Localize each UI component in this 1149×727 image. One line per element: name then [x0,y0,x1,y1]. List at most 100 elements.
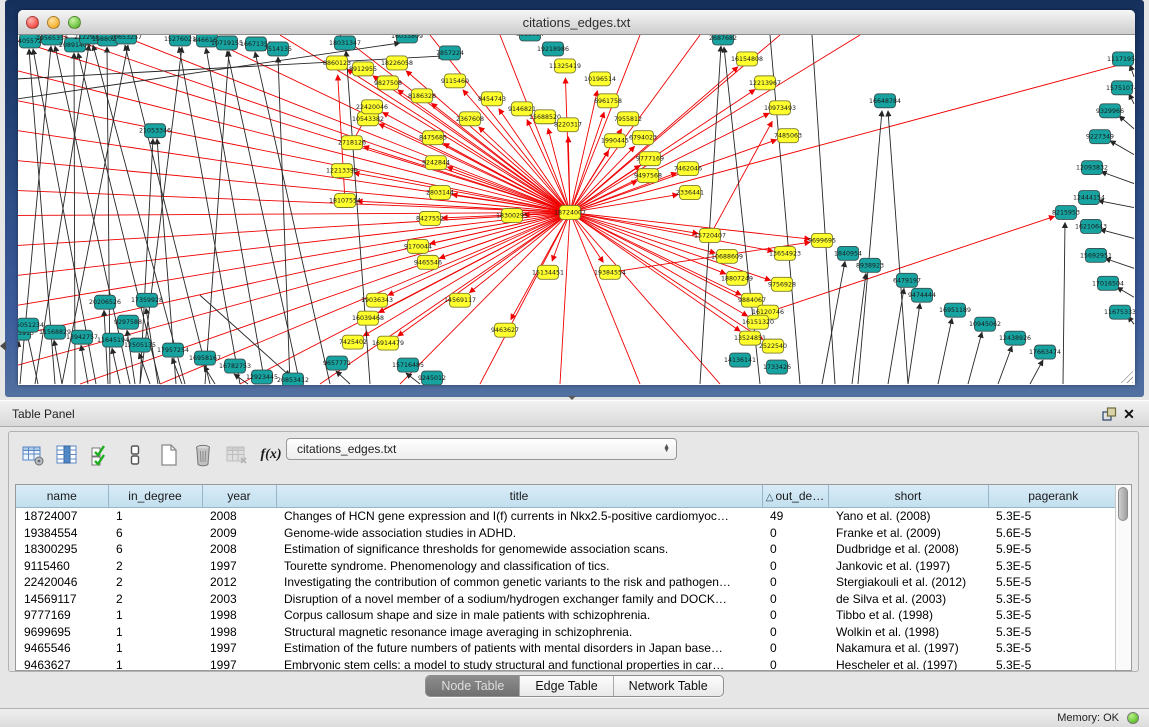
graph-node[interactable]: 8454743 [478,92,506,106]
graph-node[interactable]: 15751074 [1106,81,1135,95]
collapse-handle-icon[interactable] [0,341,6,351]
graph-node[interactable]: 8186328 [408,89,436,103]
graph-node[interactable]: 9699695 [808,233,836,247]
graph-node[interactable]: 13654923 [769,246,801,260]
close-panel-button[interactable]: ✕ [1119,405,1139,423]
new-column-icon[interactable] [155,441,183,469]
graph-node[interactable]: 6794023 [629,131,657,145]
graph-node[interactable]: 12213967 [749,76,781,90]
graph-node[interactable]: 7462046 [674,162,702,176]
graph-edge[interactable] [179,47,240,384]
graph-edge[interactable] [1105,258,1134,268]
graph-node[interactable]: 6961758 [594,94,622,108]
tab-node-table[interactable]: Node Table [426,676,520,696]
graph-node[interactable]: 16648784 [869,94,901,108]
graph-edge[interactable] [54,340,62,384]
graph-node[interactable]: 9756928 [768,277,796,291]
graph-edge[interactable] [398,90,570,213]
graph-node[interactable]: 19384554 [594,265,626,279]
graph-node[interactable]: 12923445 [246,370,278,384]
graph-node[interactable]: 16958167 [189,351,221,365]
graph-node[interactable]: 16951189 [939,303,971,317]
graph-node[interactable]: 1990445 [601,134,629,148]
graph-edge[interactable] [388,212,570,295]
graph-node[interactable]: 16782753 [219,359,251,373]
graph-edge[interactable] [1129,94,1134,104]
graph-node[interactable]: 10973493 [764,101,796,115]
column-header-name[interactable]: name [16,485,108,508]
graph-node[interactable]: 11171953 [1107,52,1135,66]
graph-node[interactable]: 9115460 [441,74,469,88]
column-header-title[interactable]: title [276,485,762,508]
graph-node[interactable]: 7955812 [614,112,642,126]
table-row[interactable]: 1830029562008Estimation of significance … [16,541,1115,558]
table-selector-dropdown[interactable]: citations_edges.txt ▲▼ [286,438,677,460]
table-row[interactable]: 977716911998Corpus callosum shape and si… [16,607,1115,624]
graph-node[interactable]: 20206526 [89,295,121,309]
window-titlebar[interactable]: citations_edges.txt [18,10,1135,35]
graph-edge[interactable] [480,212,570,384]
graph-node[interactable]: 12213399 [326,164,358,178]
column-header-short[interactable]: short [828,485,988,508]
table-row[interactable]: 969969511998Structural magnetic resonanc… [16,624,1115,641]
graph-node[interactable]: 9777169 [636,152,664,166]
graph-edge[interactable] [1119,116,1134,129]
graph-node[interactable]: 8860123 [323,56,351,70]
graph-node[interactable]: 9227349 [1086,130,1114,144]
graph-node[interactable]: 20853412 [277,373,309,385]
graph-node[interactable]: 8813054 [516,35,544,41]
scrollbar-thumb[interactable] [1118,487,1128,521]
graph-edge[interactable] [570,212,726,273]
graph-edge[interactable] [112,348,120,384]
row-height-icon[interactable] [121,441,149,469]
graph-edge[interactable] [570,140,777,213]
graph-edge[interactable] [140,47,182,384]
graph-edge[interactable] [205,51,229,384]
graph-node[interactable]: 17663474 [1029,345,1061,359]
table-row[interactable]: 946554611997Estimation of the future num… [16,640,1115,657]
graph-node[interactable]: 8215953 [1052,206,1080,220]
graph-edge[interactable] [852,273,866,384]
graph-node[interactable]: 16914479 [372,336,404,350]
graph-edge[interactable] [1101,172,1134,184]
graph-node[interactable]: 8427552 [416,211,444,225]
select-columns-icon[interactable] [87,441,115,469]
graph-edge[interactable] [908,303,920,384]
graph-node[interactable]: 7857224 [436,46,464,60]
graph-node[interactable]: 7514135 [264,42,292,56]
graph-edge[interactable] [400,212,570,384]
graph-edge[interactable] [206,48,265,384]
citation-network-graph[interactable]: 8860123891295518226058982750881863281054… [18,35,1135,385]
graph-edge[interactable] [1063,222,1065,384]
graph-node[interactable]: 9474444 [908,288,936,302]
graph-edge[interactable] [227,51,300,384]
delete-columns-icon[interactable] [189,441,217,469]
graph-node[interactable]: 8912955 [349,62,377,76]
graph-edge[interactable] [1117,287,1134,297]
graph-edge[interactable] [1098,201,1134,208]
graph-node[interactable]: 16154808 [731,52,763,66]
graph-edge[interactable] [18,191,570,213]
graph-edge[interactable] [858,111,882,384]
table-row[interactable]: 1872400712008Changes of HCN gene express… [16,508,1115,525]
graph-edge[interactable] [968,332,982,384]
graph-edge[interactable] [570,35,860,212]
graph-edge[interactable] [1030,360,1043,384]
graph-node[interactable]: 14136141 [724,353,756,367]
graph-edge[interactable] [998,346,1012,384]
graph-node[interactable]: 9170044 [404,239,432,253]
table-options-icon[interactable] [19,441,47,469]
graph-node[interactable]: 17359928 [131,293,163,307]
column-header-out_de[interactable]: △out_de… [762,485,828,508]
graph-node[interactable]: 12444154 [1073,191,1105,205]
column-header-in_degree[interactable]: in_degree [108,485,202,508]
graph-edge[interactable] [278,57,290,384]
graph-node[interactable]: 9245012 [418,371,446,385]
graph-edge[interactable] [565,78,570,213]
tab-network-table[interactable]: Network Table [614,676,723,696]
graph-node[interactable]: 8475685 [419,131,447,145]
graph-node[interactable]: 2718126 [338,136,366,150]
graph-node[interactable]: 7425402 [339,335,367,349]
function-builder-icon[interactable]: f(x) [257,441,285,469]
tab-edge-table[interactable]: Edge Table [520,676,613,696]
